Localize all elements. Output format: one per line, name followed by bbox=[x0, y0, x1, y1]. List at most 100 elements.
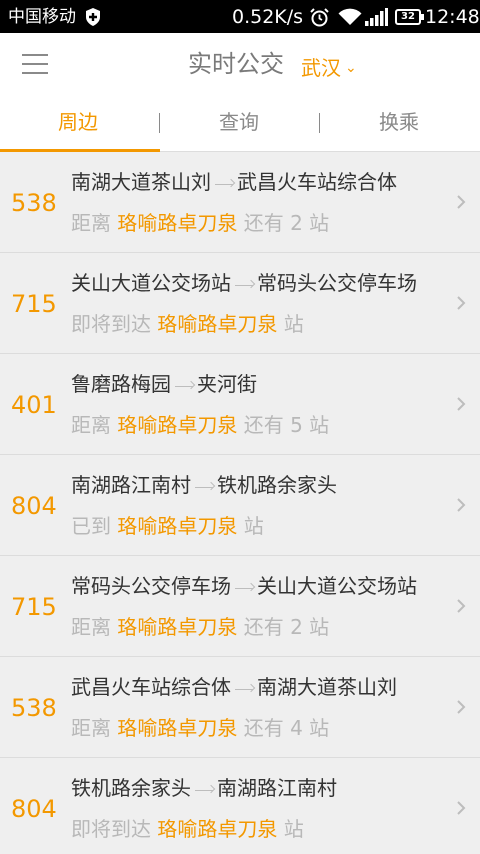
signal-icon bbox=[365, 8, 388, 26]
tab-nearby[interactable]: 周边 bbox=[58, 109, 98, 135]
route-to: 关山大道公交场站 bbox=[257, 574, 417, 598]
info-middle: 还有 bbox=[243, 716, 284, 740]
route-from: 常码头公交停车场 bbox=[71, 574, 231, 598]
arrow-right-icon bbox=[233, 682, 255, 696]
chevron-right-icon bbox=[457, 498, 466, 512]
route-to: 夹河街 bbox=[197, 372, 257, 396]
route-direction: 铁机路余家头 南湖路江南村 bbox=[71, 775, 337, 801]
city-selector[interactable]: 武汉 bbox=[301, 56, 341, 80]
route-direction: 武昌火车站综合体 南湖大道茶山刘 bbox=[71, 674, 397, 700]
route-from: 武昌火车站综合体 bbox=[71, 675, 231, 699]
chevron-right-icon bbox=[457, 801, 466, 815]
chevron-right-icon bbox=[457, 700, 466, 714]
clock: 12:48 bbox=[425, 6, 480, 28]
info-middle: 还有 bbox=[243, 211, 284, 235]
stop-name: 珞喻路卓刀泉 bbox=[117, 615, 238, 639]
route-row[interactable]: 538 南湖大道茶山刘 武昌火车站综合体 距离 珞喻路卓刀泉 还有 2 站 bbox=[0, 152, 480, 253]
menu-icon[interactable] bbox=[22, 53, 48, 75]
route-number: 715 bbox=[11, 290, 57, 318]
info-suffix: 站 bbox=[283, 312, 304, 336]
info-prefix: 即将到达 bbox=[71, 312, 151, 336]
stop-count: 5 bbox=[290, 413, 303, 437]
carrier-label: 中国移动 bbox=[8, 7, 76, 27]
stop-name: 珞喻路卓刀泉 bbox=[157, 312, 278, 336]
info-prefix: 距离 bbox=[71, 615, 111, 639]
stop-name: 珞喻路卓刀泉 bbox=[117, 413, 238, 437]
alarm-icon bbox=[310, 8, 329, 27]
info-prefix: 距离 bbox=[71, 211, 111, 235]
arrival-info: 即将到达 珞喻路卓刀泉 站 bbox=[71, 311, 304, 337]
arrival-info: 距离 珞喻路卓刀泉 还有 2 站 bbox=[71, 614, 329, 640]
arrival-info: 即将到达 珞喻路卓刀泉 站 bbox=[71, 816, 304, 842]
shield-icon bbox=[86, 8, 100, 26]
tab-search[interactable]: 查询 bbox=[219, 109, 259, 135]
stop-name: 珞喻路卓刀泉 bbox=[117, 211, 238, 235]
arrival-info: 距离 珞喻路卓刀泉 还有 4 站 bbox=[71, 715, 329, 741]
info-suffix: 站 bbox=[243, 514, 264, 538]
route-from: 南湖路江南村 bbox=[71, 473, 191, 497]
route-direction: 关山大道公交场站 常码头公交停车场 bbox=[71, 270, 417, 296]
info-prefix: 即将到达 bbox=[71, 817, 151, 841]
route-direction: 鲁磨路梅园 夹河街 bbox=[71, 371, 257, 397]
route-number: 804 bbox=[11, 795, 57, 823]
info-prefix: 距离 bbox=[71, 716, 111, 740]
info-suffix: 站 bbox=[283, 817, 304, 841]
info-suffix: 站 bbox=[309, 716, 330, 740]
route-from: 关山大道公交场站 bbox=[71, 271, 231, 295]
info-suffix: 站 bbox=[309, 413, 330, 437]
arrival-info: 距离 珞喻路卓刀泉 还有 5 站 bbox=[71, 412, 329, 438]
chevron-right-icon bbox=[457, 397, 466, 411]
app-header: 实时公交 武汉 ⌄ bbox=[0, 33, 480, 95]
arrival-info: 距离 珞喻路卓刀泉 还有 2 站 bbox=[71, 210, 329, 236]
chevron-right-icon bbox=[457, 599, 466, 613]
tab-transfer[interactable]: 换乘 bbox=[379, 109, 419, 135]
arrow-right-icon bbox=[173, 379, 195, 393]
route-number: 804 bbox=[11, 492, 57, 520]
stop-count: 4 bbox=[290, 716, 303, 740]
route-to: 武昌火车站综合体 bbox=[237, 170, 397, 194]
info-middle: 还有 bbox=[243, 413, 284, 437]
route-list: 538 南湖大道茶山刘 武昌火车站综合体 距离 珞喻路卓刀泉 还有 2 站 715… bbox=[0, 152, 480, 854]
route-from: 南湖大道茶山刘 bbox=[71, 170, 211, 194]
tab-bar: 周边 查询 换乘 bbox=[0, 95, 480, 152]
route-row[interactable]: 804 南湖路江南村 铁机路余家头 已到 珞喻路卓刀泉 站 bbox=[0, 455, 480, 556]
route-direction: 常码头公交停车场 关山大道公交场站 bbox=[71, 573, 417, 599]
tab-divider bbox=[319, 113, 320, 133]
info-suffix: 站 bbox=[309, 211, 330, 235]
stop-count: 2 bbox=[290, 615, 303, 639]
info-prefix: 距离 bbox=[71, 413, 111, 437]
wifi-icon bbox=[338, 8, 362, 25]
route-row[interactable]: 715 关山大道公交场站 常码头公交停车场 即将到达 珞喻路卓刀泉 站 bbox=[0, 253, 480, 354]
route-from: 铁机路余家头 bbox=[71, 776, 191, 800]
stop-name: 珞喻路卓刀泉 bbox=[157, 817, 278, 841]
route-direction: 南湖大道茶山刘 武昌火车站综合体 bbox=[71, 169, 397, 195]
arrow-right-icon bbox=[233, 278, 255, 292]
tab-divider bbox=[159, 113, 160, 133]
stop-name: 珞喻路卓刀泉 bbox=[117, 514, 238, 538]
info-middle: 还有 bbox=[243, 615, 284, 639]
chevron-right-icon bbox=[457, 195, 466, 209]
chevron-down-icon[interactable]: ⌄ bbox=[345, 59, 357, 77]
route-row[interactable]: 538 武昌火车站综合体 南湖大道茶山刘 距离 珞喻路卓刀泉 还有 4 站 bbox=[0, 657, 480, 758]
route-to: 南湖路江南村 bbox=[217, 776, 337, 800]
chevron-right-icon bbox=[457, 296, 466, 310]
stop-name: 珞喻路卓刀泉 bbox=[117, 716, 238, 740]
route-from: 鲁磨路梅园 bbox=[71, 372, 171, 396]
status-bar: 中国移动 0.52K/s 32 12:48 bbox=[0, 0, 480, 33]
route-row[interactable]: 804 铁机路余家头 南湖路江南村 即将到达 珞喻路卓刀泉 站 bbox=[0, 758, 480, 854]
page-title: 实时公交 bbox=[188, 50, 284, 78]
arrow-right-icon bbox=[213, 177, 235, 191]
route-to: 常码头公交停车场 bbox=[257, 271, 417, 295]
battery-icon: 32 bbox=[395, 9, 424, 25]
route-direction: 南湖路江南村 铁机路余家头 bbox=[71, 472, 337, 498]
route-number: 538 bbox=[11, 189, 57, 217]
route-to: 南湖大道茶山刘 bbox=[257, 675, 397, 699]
route-number: 715 bbox=[11, 593, 57, 621]
route-row[interactable]: 715 常码头公交停车场 关山大道公交场站 距离 珞喻路卓刀泉 还有 2 站 bbox=[0, 556, 480, 657]
arrow-right-icon bbox=[193, 480, 215, 494]
info-prefix: 已到 bbox=[71, 514, 111, 538]
route-to: 铁机路余家头 bbox=[217, 473, 337, 497]
route-row[interactable]: 401 鲁磨路梅园 夹河街 距离 珞喻路卓刀泉 还有 5 站 bbox=[0, 354, 480, 455]
network-speed: 0.52K/s bbox=[232, 6, 304, 28]
arrow-right-icon bbox=[193, 783, 215, 797]
